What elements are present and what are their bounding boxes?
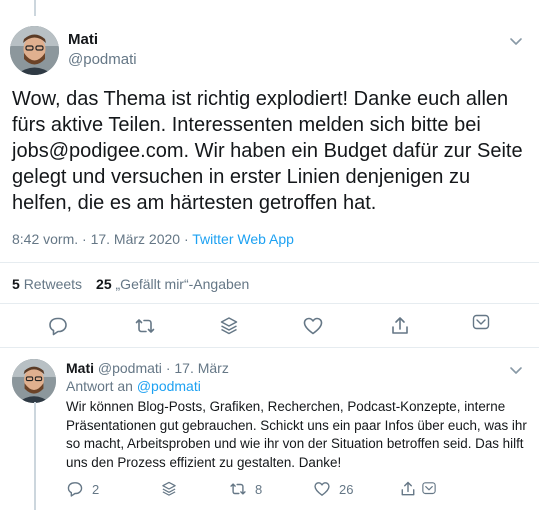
like-button[interactable]: 26 <box>313 479 353 499</box>
analytics-button[interactable] <box>420 479 438 499</box>
meta-separator: · <box>180 231 193 247</box>
reply-icon <box>67 482 83 497</box>
retweet-icon <box>230 483 246 495</box>
author-handle[interactable]: @podmati <box>98 360 162 376</box>
likes-label[interactable]: „Gefällt mir“-Angaben <box>116 276 250 292</box>
share-icon <box>401 481 415 496</box>
share-stack-icon <box>162 481 176 496</box>
tweet-source-link[interactable]: Twitter Web App <box>192 231 294 247</box>
retweet-count: 8 <box>255 481 263 497</box>
reply-to-label: Antwort an <box>66 378 133 394</box>
thread-connector-bottom <box>34 402 36 510</box>
tweet-timestamp[interactable]: 8:42 vorm. · 17. März 2020 <box>12 231 180 247</box>
main-tweet: Mati @podmati Wow, das Thema ist richtig… <box>0 0 539 348</box>
chevron-down-icon[interactable] <box>507 361 525 379</box>
share-stack-icon[interactable] <box>218 315 240 337</box>
reply-to-mention[interactable]: @podmati <box>137 378 201 394</box>
author-name[interactable]: Mati <box>66 360 94 376</box>
header-separator: · <box>165 360 171 376</box>
divider <box>0 303 539 304</box>
tweet-date[interactable]: 17. März <box>174 360 228 376</box>
author-name[interactable]: Mati <box>68 31 98 48</box>
retweet-button[interactable]: 8 <box>229 479 262 499</box>
reply-header: Mati @podmati · 17. März <box>66 360 229 376</box>
retweets-label[interactable]: Retweets <box>24 276 82 292</box>
retweet-icon[interactable] <box>134 315 156 337</box>
analytics-icon <box>422 482 436 495</box>
share-icon[interactable] <box>389 315 411 337</box>
like-count: 26 <box>339 481 354 497</box>
reply-tweet[interactable]: Mati @podmati · 17. März Antwort an @pod… <box>0 349 539 510</box>
reply-icon[interactable] <box>47 315 69 337</box>
like-icon <box>314 482 330 496</box>
avatar[interactable] <box>10 26 59 75</box>
reply-count: 2 <box>92 481 100 497</box>
divider <box>0 262 539 263</box>
reply-actions: 2 8 26 <box>0 479 539 501</box>
reply-context: Antwort an @podmati <box>66 378 201 394</box>
share-stack-button[interactable] <box>160 479 178 499</box>
avatar[interactable] <box>12 359 56 403</box>
author-handle[interactable]: @podmati <box>68 51 137 68</box>
chevron-down-icon[interactable] <box>507 32 525 50</box>
tweet-meta: 8:42 vorm. · 17. März 2020 · Twitter Web… <box>12 231 294 247</box>
retweets-count[interactable]: 5 <box>12 276 20 292</box>
like-icon[interactable] <box>302 315 324 337</box>
tweet-stats: 5 Retweets 25 „Gefällt mir“-Angaben <box>12 276 249 292</box>
reply-button[interactable]: 2 <box>66 479 99 499</box>
tweet-text: Wir können Blog-Posts, Grafiken, Recherc… <box>66 399 527 470</box>
analytics-icon[interactable] <box>470 312 492 334</box>
share-button[interactable] <box>399 479 417 499</box>
tweet-text: Wow, das Thema ist richtig explodiert! D… <box>12 88 523 214</box>
likes-count[interactable]: 25 <box>96 276 112 292</box>
